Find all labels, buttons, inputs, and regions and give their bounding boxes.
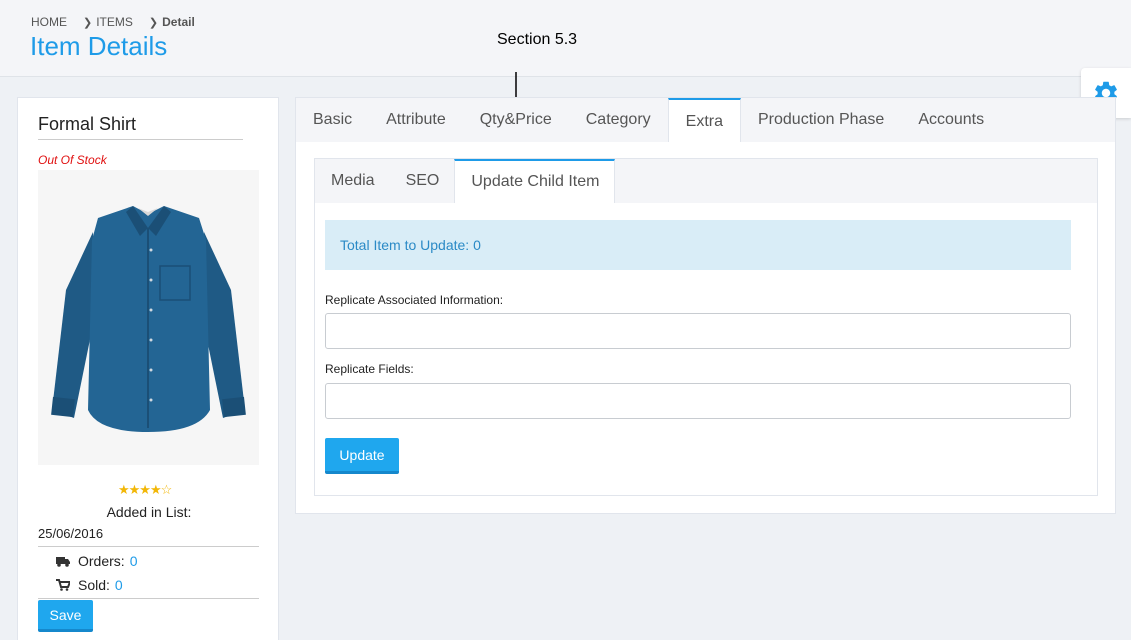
update-button[interactable]: Update — [325, 438, 399, 474]
shirt-image — [38, 170, 259, 465]
replicate-fields-label: Replicate Fields: — [325, 362, 414, 376]
rating-stars: ★★★★☆ — [118, 482, 172, 497]
added-in-list-label: Added in List: — [106, 504, 192, 520]
breadcrumb-detail: Detail — [162, 15, 195, 29]
tab-seo[interactable]: SEO — [390, 159, 455, 203]
truck-icon — [56, 556, 70, 567]
product-name: Formal Shirt — [38, 114, 137, 134]
save-button[interactable]: Save — [38, 600, 93, 632]
tab-accounts[interactable]: Accounts — [901, 98, 1001, 142]
orders-stat: Orders: 0 — [56, 553, 137, 569]
breadcrumb-home[interactable]: HOME — [31, 15, 67, 29]
page-title: Item Details — [30, 31, 168, 61]
sold-count[interactable]: 0 — [115, 577, 123, 593]
breadcrumb: HOME ❯ ITEMS ❯ Detail — [31, 15, 195, 29]
replicate-fields-input[interactable] — [325, 383, 1071, 419]
extra-panel: Media SEO Update Child Item Total Item t… — [314, 158, 1098, 496]
chevron-right-icon: ❯ — [148, 16, 159, 29]
orders-count[interactable]: 0 — [130, 553, 138, 569]
stock-status: Out Of Stock — [38, 153, 107, 167]
divider — [38, 598, 259, 599]
tab-attribute[interactable]: Attribute — [369, 98, 463, 142]
added-date: 25/06/2016 — [38, 526, 104, 541]
section-annotation: Section 5.3 — [497, 31, 578, 48]
details-card: Basic Attribute Qty&Price Category Extra… — [295, 97, 1116, 514]
main-tabs: Basic Attribute Qty&Price Category Extra… — [296, 98, 1115, 142]
tab-basic[interactable]: Basic — [296, 98, 369, 142]
tab-update-child-item[interactable]: Update Child Item — [454, 159, 616, 203]
product-summary-card: Formal Shirt Out Of Stock ★★★★☆ Added in… — [17, 97, 279, 640]
sold-label: Sold: — [78, 577, 110, 593]
breadcrumb-items[interactable]: ITEMS — [96, 15, 133, 29]
divider — [38, 139, 243, 140]
sub-tabs: Media SEO Update Child Item — [315, 159, 1097, 203]
orders-label: Orders: — [78, 553, 125, 569]
replicate-info-input[interactable] — [325, 313, 1071, 349]
sold-stat: Sold: 0 — [56, 577, 123, 593]
replicate-info-label: Replicate Associated Information: — [325, 293, 504, 307]
chevron-right-icon: ❯ — [83, 16, 93, 29]
product-image — [38, 170, 259, 465]
tab-extra[interactable]: Extra — [667, 98, 741, 142]
tab-media[interactable]: Media — [315, 159, 390, 203]
divider — [38, 546, 259, 547]
total-items-info: Total Item to Update: 0 — [325, 220, 1071, 270]
tab-category[interactable]: Category — [569, 98, 668, 142]
tab-qty-price[interactable]: Qty&Price — [463, 98, 569, 142]
cart-icon — [56, 579, 70, 591]
tab-production-phase[interactable]: Production Phase — [741, 98, 901, 142]
